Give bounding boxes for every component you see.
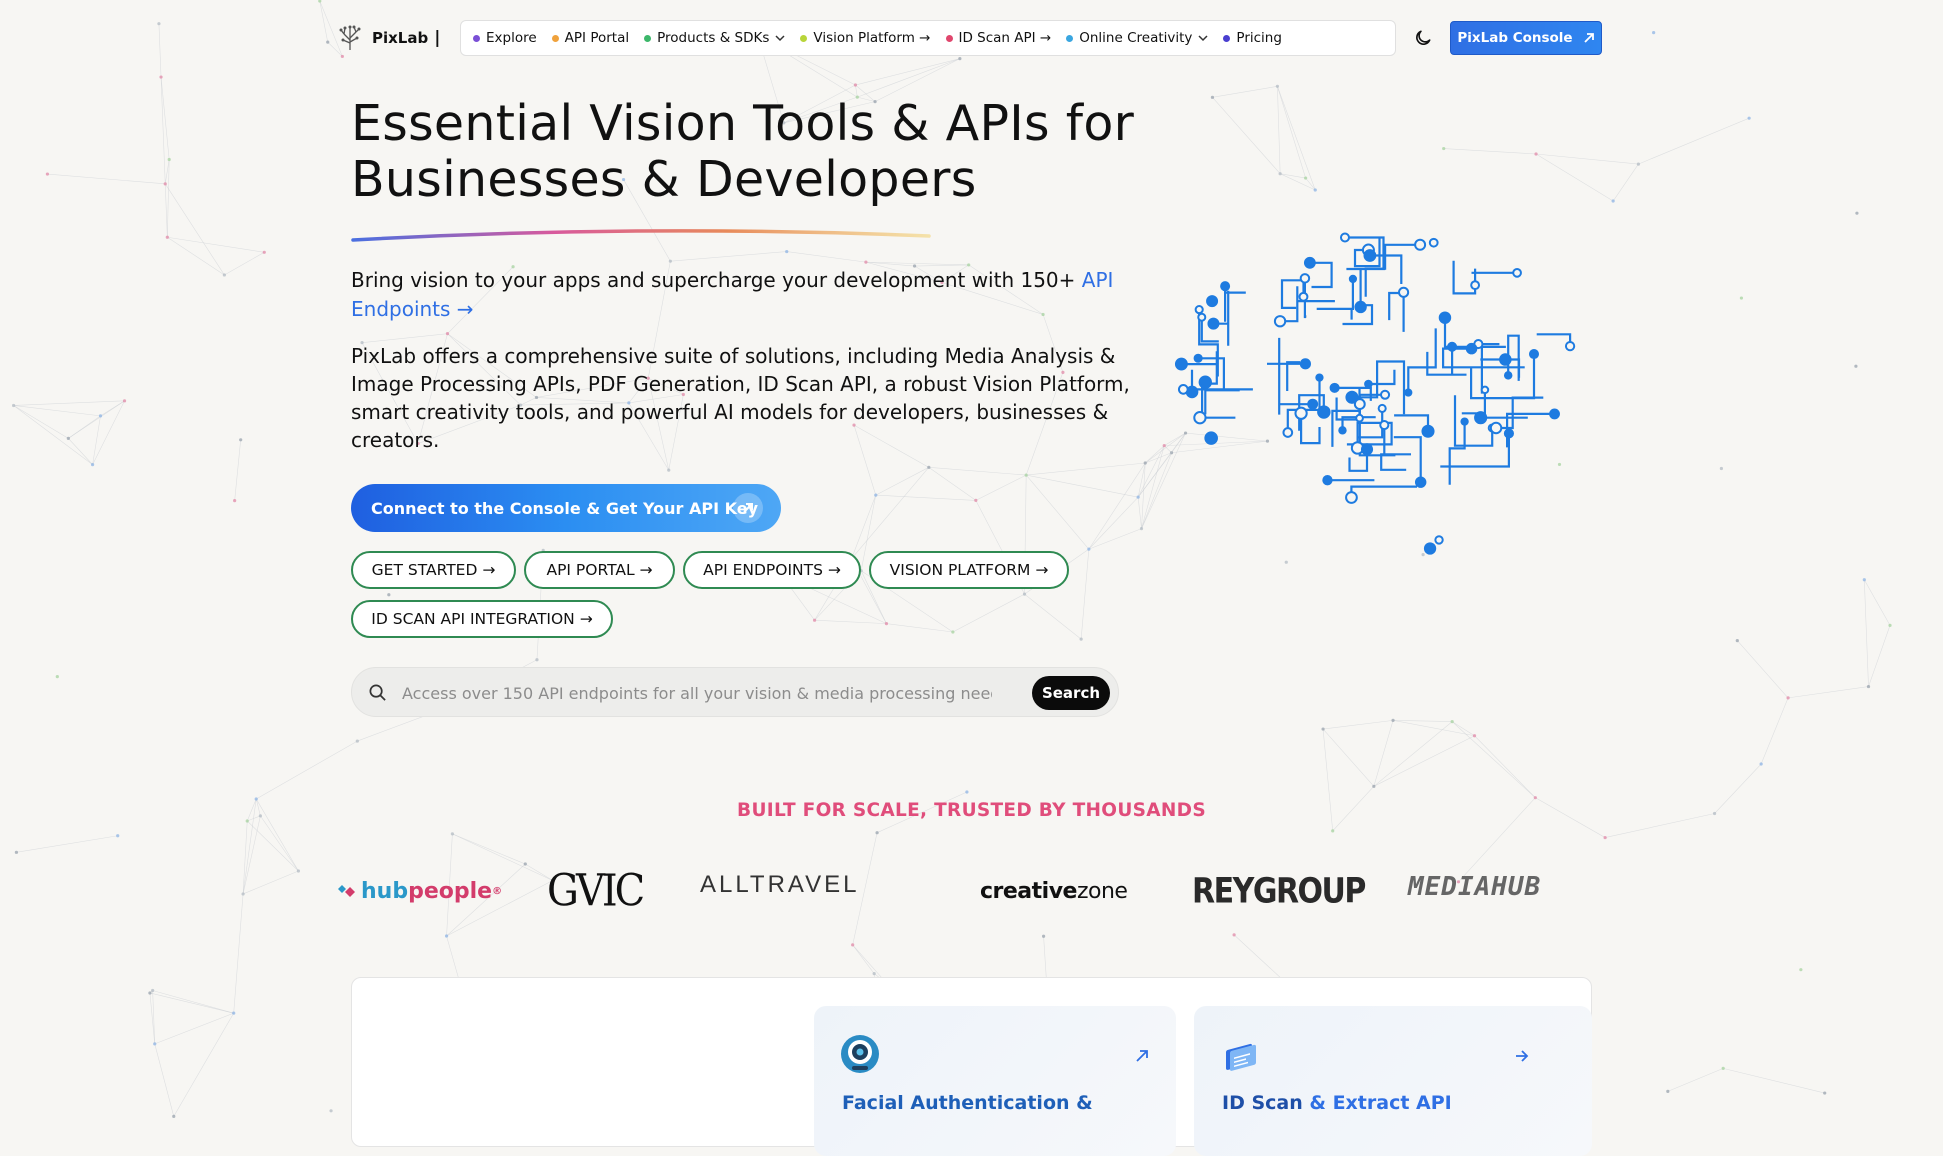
nav-dot-icon	[551, 34, 559, 42]
site-header: PixLab | Explore API Portal Products & SDK…	[336, 18, 1604, 60]
nav-item-label: ID Scan API →	[958, 30, 1052, 46]
creativezone-logo: creative zone	[980, 866, 1128, 916]
id-scan-title-c: Extract API	[1332, 1092, 1452, 1114]
vision-platform-label: VISION PLATFORM →	[889, 561, 1049, 579]
title-gradient-underline	[351, 229, 931, 242]
circuit-brain-illustration	[1174, 232, 1576, 555]
pixlab-console-button[interactable]: PixLab Console	[1450, 21, 1602, 55]
hero-lead-text: Bring vision to your apps and supercharg…	[351, 268, 1082, 292]
facial-authentication-card[interactable]: Facial Authentication &	[814, 1006, 1176, 1156]
id-scan-title-b: &	[1302, 1092, 1333, 1114]
hubpeople-mark-icon	[338, 885, 355, 897]
hero-lead: Bring vision to your apps and supercharg…	[351, 266, 1131, 324]
nav-item-5[interactable]: Online Creativity	[1066, 30, 1208, 46]
cta-label: Connect to the Console & Get Your API Ke…	[371, 498, 759, 518]
id-scan-title: ID Scan & Extract API	[1222, 1092, 1452, 1114]
nav-item-label: Vision Platform →	[813, 30, 931, 46]
search-input[interactable]	[400, 678, 994, 708]
nav-dot-icon	[945, 34, 953, 42]
page-title: Essential Vision Tools & APIs for Busine…	[351, 96, 1151, 208]
nav-item-label: Online Creativity	[1079, 30, 1193, 46]
id-card-icon	[1226, 1043, 1256, 1071]
pixlab-console-label: PixLab Console	[1457, 30, 1573, 46]
api-search-bar: Search	[351, 667, 1119, 717]
page-title-line-2: Businesses & Developers	[351, 151, 977, 208]
hubpeople-people: people	[408, 878, 493, 904]
gvic-logo: GVIC	[547, 865, 645, 917]
search-button-label: Search	[1041, 684, 1101, 702]
id-scan-integration-button[interactable]: ID SCAN API INTEGRATION →	[351, 600, 613, 638]
arrow-up-right-icon	[1583, 33, 1594, 43]
nav-dot-icon	[1223, 34, 1231, 42]
facial-authentication-title: Facial Authentication &	[842, 1092, 1093, 1114]
nav-item-0[interactable]: Explore	[473, 30, 537, 46]
creativezone-zone: zone	[1076, 878, 1128, 904]
nav-dot-icon	[800, 34, 808, 42]
hero-description: PixLab offers a comprehensive suite of s…	[351, 344, 1130, 452]
api-endpoints-button[interactable]: API ENDPOINTS →	[683, 551, 861, 589]
nav-item-label: Products & SDKs	[657, 30, 770, 46]
id-scan-card[interactable]: ID Scan & Extract API	[1194, 1006, 1592, 1156]
nav-item-4[interactable]: ID Scan API →	[945, 30, 1052, 46]
id-scan-title-a: ID Scan	[1222, 1092, 1303, 1114]
main-nav: Explore API Portal Products & SDKs Vision P…	[460, 20, 1396, 56]
nav-item-label: API Portal	[564, 30, 630, 46]
nav-item-label: Pricing	[1236, 30, 1282, 46]
nav-dot-icon	[473, 34, 480, 42]
dark-mode-moon-icon[interactable]	[1413, 28, 1433, 48]
trusted-heading: BUILT FOR SCALE, TRUSTED BY THOUSANDS	[737, 800, 1206, 821]
arrow-up-right-icon	[733, 493, 763, 523]
nav-item-3[interactable]: Vision Platform →	[800, 30, 931, 46]
webcam-icon	[841, 1035, 879, 1073]
creativezone-creative: creative	[980, 878, 1077, 904]
reygroup-logo: REYGROUP	[1192, 870, 1366, 912]
client-logos: hub people ® GVIC ALLTRAVEL creative zone R…	[336, 866, 1606, 916]
chevron-down-icon	[775, 35, 785, 42]
hubpeople-logo: hub people ®	[336, 866, 502, 916]
nav-item-label: Explore	[486, 30, 537, 46]
get-started-label: GET STARTED →	[371, 561, 496, 579]
hubpeople-hub: hub	[361, 878, 409, 904]
search-icon	[369, 684, 386, 701]
vision-platform-button[interactable]: VISION PLATFORM →	[869, 551, 1069, 589]
api-portal-label: API PORTAL →	[546, 561, 653, 579]
hubpeople-registered: ®	[492, 885, 503, 897]
chevron-down-icon	[1198, 35, 1208, 42]
page-title-line-1: Essential Vision Tools & APIs for	[351, 95, 1135, 152]
nav-item-6[interactable]: Pricing	[1223, 30, 1282, 46]
nav-dot-icon	[644, 34, 652, 42]
arrow-up-right-icon	[1136, 1050, 1148, 1062]
id-scan-integration-label: ID SCAN API INTEGRATION →	[371, 610, 593, 628]
api-portal-button[interactable]: API PORTAL →	[524, 551, 675, 589]
get-started-button[interactable]: GET STARTED →	[351, 551, 516, 589]
nav-item-2[interactable]: Products & SDKs	[644, 30, 785, 46]
brand-name: PixLab	[372, 29, 429, 47]
brand-logo[interactable]: PixLab |	[336, 24, 440, 52]
alltravel-logo: ALLTRAVEL	[700, 871, 860, 898]
nav-item-1[interactable]: API Portal	[551, 30, 630, 46]
mediahub-logo: MEDIAHUB	[1408, 872, 1542, 902]
brain-tree-logo-icon	[339, 25, 361, 50]
arrow-right-icon	[1516, 1050, 1529, 1062]
brand-separator: |	[434, 28, 441, 48]
api-endpoints-label: API ENDPOINTS →	[703, 561, 841, 579]
connect-console-cta-button[interactable]: Connect to the Console & Get Your API Ke…	[351, 484, 781, 532]
search-button[interactable]: Search	[1032, 676, 1110, 710]
nav-dot-icon	[1066, 34, 1074, 42]
